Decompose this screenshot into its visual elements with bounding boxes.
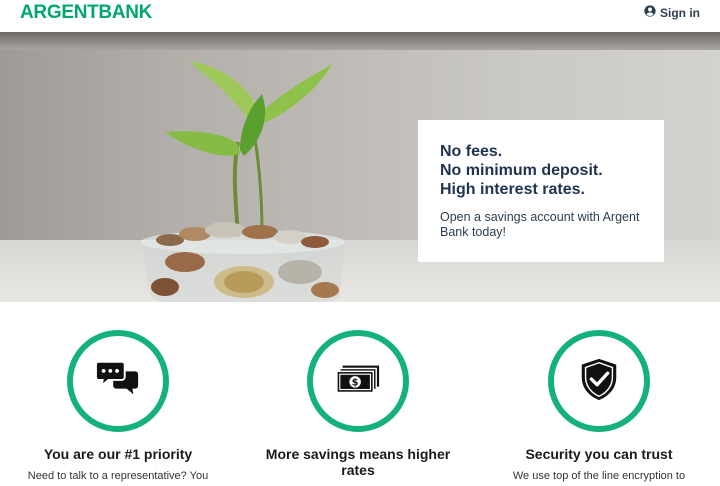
money-icon: $ [335, 356, 381, 407]
sign-in-link[interactable]: Sign in [644, 5, 700, 20]
sign-in-label: Sign in [660, 5, 700, 20]
promo-line-no-fees: No fees. [440, 143, 503, 160]
promo-line-high-rates: High interest rates. [440, 181, 585, 198]
promo-text: Open a savings account with Argent Bank … [440, 210, 640, 239]
promo-line-no-minimum: No minimum deposit. [440, 162, 603, 179]
svg-text:$: $ [352, 377, 359, 388]
features-section: You are our #1 priority Need to talk to … [0, 302, 720, 483]
feature-icon-ring [67, 330, 169, 432]
feature-description: Need to talk to a representative? You [27, 470, 209, 482]
logo-part-bank: BANK [98, 2, 153, 23]
feature-title: Security you can trust [525, 446, 673, 462]
feature-description: We use top of the line encryption to [512, 470, 686, 482]
user-circle-icon [644, 5, 656, 20]
feature-title: You are our #1 priority [43, 446, 193, 462]
feature-icon-ring: $ [307, 330, 409, 432]
feature-title: More savings means higher rates [265, 446, 451, 478]
promo-card: No fees. No minimum deposit. High intere… [418, 120, 664, 262]
feature-savings: $ More savings means higher rates [248, 330, 468, 486]
site-header: ARGENTBANK Sign in [0, 0, 720, 32]
hero-banner: No fees. No minimum deposit. High intere… [0, 32, 720, 302]
shield-check-icon [576, 356, 622, 407]
feature-priority: You are our #1 priority Need to talk to … [8, 330, 228, 483]
logo-part-argent: ARGENT [20, 2, 99, 23]
chat-icon [95, 356, 141, 407]
feature-security: Security you can trust We use top of the… [489, 330, 709, 483]
feature-icon-ring [548, 330, 650, 432]
argent-bank-logo[interactable]: ARGENTBANK [20, 2, 152, 24]
